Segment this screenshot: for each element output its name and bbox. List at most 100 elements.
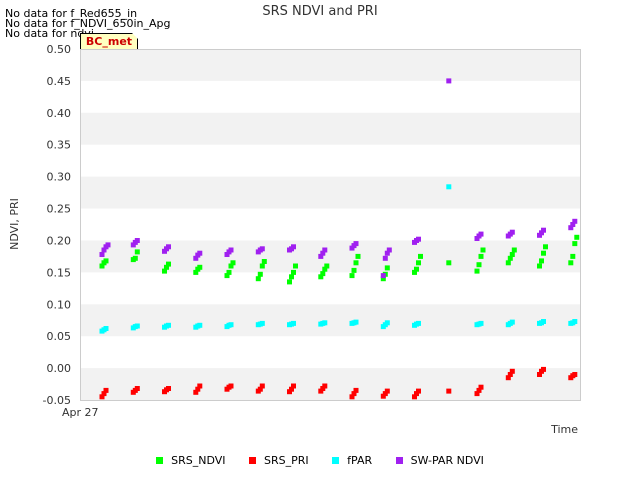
data-point[interactable] xyxy=(355,253,361,259)
data-point[interactable] xyxy=(416,236,421,242)
data-point[interactable] xyxy=(480,247,486,253)
data-point[interactable] xyxy=(255,276,261,282)
legend-item[interactable]: SW-PAR NDVI xyxy=(395,454,484,467)
data-point[interactable] xyxy=(478,253,484,259)
data-point[interactable] xyxy=(537,263,542,269)
data-point[interactable] xyxy=(446,184,452,190)
data-point[interactable] xyxy=(543,244,548,250)
data-point[interactable] xyxy=(572,319,578,324)
data-point[interactable] xyxy=(572,241,578,247)
data-point[interactable] xyxy=(541,366,546,372)
data-point[interactable] xyxy=(416,320,421,326)
data-point[interactable] xyxy=(166,386,171,391)
data-point[interactable] xyxy=(291,383,296,389)
data-point[interactable] xyxy=(476,262,482,268)
data-point[interactable] xyxy=(291,244,296,250)
data-point[interactable] xyxy=(291,320,296,326)
data-point[interactable] xyxy=(509,229,515,235)
data-point[interactable] xyxy=(416,388,421,394)
data-point[interactable] xyxy=(259,383,265,389)
data-point[interactable] xyxy=(261,259,267,264)
data-point[interactable] xyxy=(568,260,574,266)
data-point[interactable] xyxy=(541,227,546,233)
data-point[interactable] xyxy=(226,269,232,275)
data-point[interactable] xyxy=(384,388,390,394)
data-point[interactable] xyxy=(414,266,419,272)
data-point[interactable] xyxy=(259,320,265,326)
data-point[interactable] xyxy=(353,241,359,247)
data-point[interactable] xyxy=(134,386,140,391)
grid-band xyxy=(80,304,580,337)
data-point[interactable] xyxy=(353,319,359,325)
data-point[interactable] xyxy=(541,250,546,256)
data-point[interactable] xyxy=(478,320,484,326)
legend-item[interactable]: fPAR xyxy=(332,454,372,467)
data-point[interactable] xyxy=(287,279,292,285)
data-point[interactable] xyxy=(103,258,109,264)
data-point[interactable] xyxy=(509,319,515,325)
y-tick-label: 0.10 xyxy=(47,298,72,311)
data-point[interactable] xyxy=(105,242,111,248)
data-point[interactable] xyxy=(570,253,576,259)
data-point[interactable] xyxy=(382,255,388,261)
data-point[interactable] xyxy=(228,383,234,389)
data-point[interactable] xyxy=(322,383,328,389)
data-point[interactable] xyxy=(541,319,546,324)
data-point[interactable] xyxy=(228,322,234,328)
data-point[interactable] xyxy=(446,78,452,84)
data-point[interactable] xyxy=(259,246,265,252)
data-point[interactable] xyxy=(572,218,578,224)
data-point[interactable] xyxy=(478,384,484,390)
data-point[interactable] xyxy=(293,263,298,269)
data-point[interactable] xyxy=(259,263,265,269)
data-point[interactable] xyxy=(509,252,515,257)
data-point[interactable] xyxy=(380,273,386,279)
data-point[interactable] xyxy=(353,387,359,393)
data-point[interactable] xyxy=(134,323,140,329)
data-point[interactable] xyxy=(351,267,357,273)
data-point[interactable] xyxy=(99,252,105,257)
data-point[interactable] xyxy=(134,249,140,255)
data-point[interactable] xyxy=(322,247,328,253)
data-point[interactable] xyxy=(416,260,421,266)
data-point[interactable] xyxy=(103,387,109,393)
data-point[interactable] xyxy=(197,264,203,270)
data-point[interactable] xyxy=(320,271,326,277)
y-tick-label: 0.20 xyxy=(47,234,72,247)
data-point[interactable] xyxy=(384,320,390,326)
data-point[interactable] xyxy=(572,372,578,377)
data-point[interactable] xyxy=(574,234,580,240)
data-point[interactable] xyxy=(322,320,328,326)
data-point[interactable] xyxy=(446,388,452,394)
data-point[interactable] xyxy=(134,238,140,243)
data-point[interactable] xyxy=(353,260,359,266)
data-point[interactable] xyxy=(446,260,452,266)
legend-item[interactable]: SRS_NDVI xyxy=(156,454,226,467)
data-point[interactable] xyxy=(509,368,515,374)
data-point[interactable] xyxy=(228,247,234,253)
data-point[interactable] xyxy=(103,326,109,331)
data-point[interactable] xyxy=(349,273,355,279)
data-point[interactable] xyxy=(197,383,203,389)
data-point[interactable] xyxy=(166,261,171,267)
data-point[interactable] xyxy=(478,231,484,237)
data-point[interactable] xyxy=(539,258,544,264)
data-point[interactable] xyxy=(324,263,330,269)
data-point[interactable] xyxy=(418,253,423,259)
data-point[interactable] xyxy=(386,247,392,253)
data-point[interactable] xyxy=(505,260,511,266)
legend-item[interactable]: SRS_PRI xyxy=(249,454,309,467)
data-point[interactable] xyxy=(197,250,203,256)
data-point[interactable] xyxy=(289,274,294,280)
data-point[interactable] xyxy=(257,271,263,277)
data-point[interactable] xyxy=(132,255,138,261)
data-point[interactable] xyxy=(474,268,480,274)
data-point[interactable] xyxy=(384,265,390,271)
data-point[interactable] xyxy=(291,269,296,275)
data-point[interactable] xyxy=(230,260,236,266)
data-point[interactable] xyxy=(166,322,171,328)
y-tick-label: 0.40 xyxy=(47,107,72,120)
data-point[interactable] xyxy=(197,322,203,328)
data-point[interactable] xyxy=(511,247,517,253)
data-point[interactable] xyxy=(166,244,171,250)
